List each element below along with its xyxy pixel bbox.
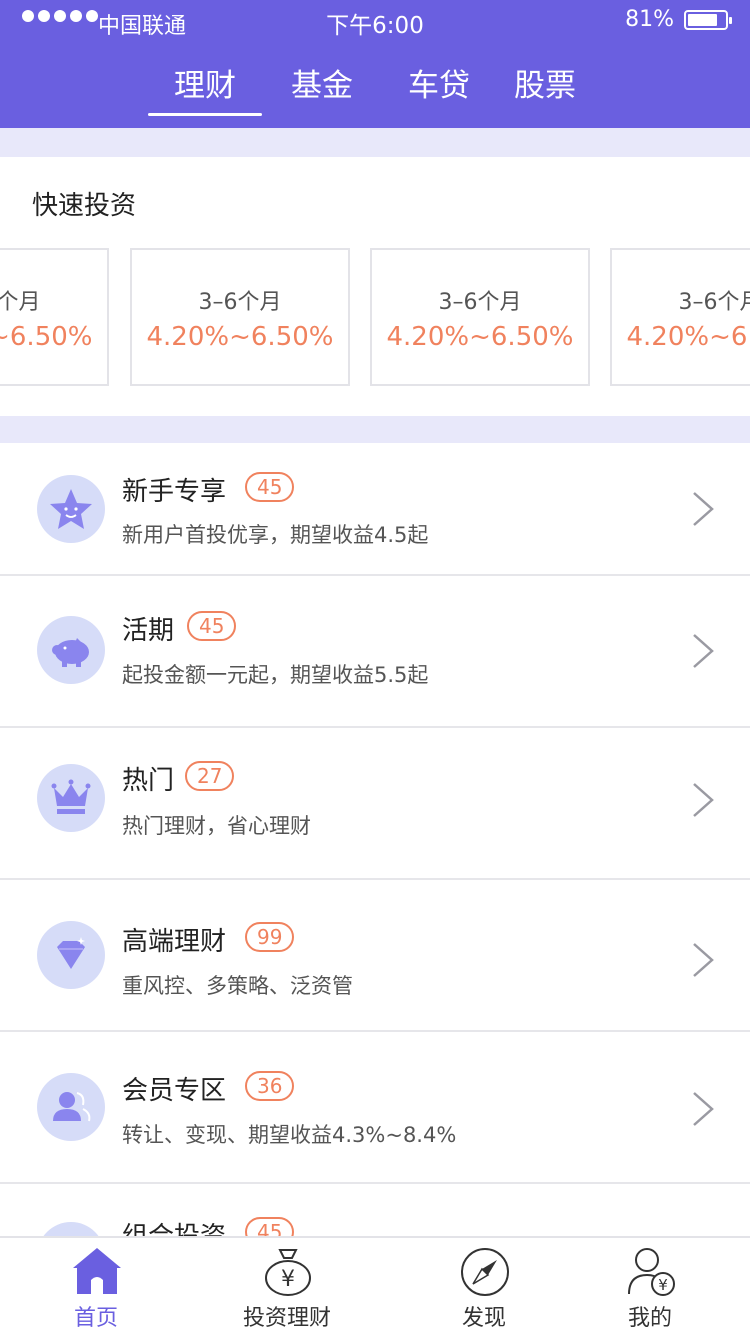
- compass-icon: [461, 1248, 509, 1296]
- card-rate: 4.20%~6.50%: [0, 322, 93, 352]
- card-term: 3–6个月: [678, 290, 750, 315]
- item-title: 会员专区: [122, 1076, 227, 1106]
- invest-card[interactable]: 3–6个月 4.20%~6.50%: [610, 248, 750, 386]
- quick-invest-section: 快速投资 3–6个月 4.20%~6.50% 3–6个月 4.20%~6.50%…: [0, 157, 750, 416]
- tab-licai[interactable]: 理财: [148, 64, 262, 116]
- app-header: 中国联通 下午6:00 81% 理财 基金 车贷 股票: [0, 0, 750, 128]
- card-term: 3–6个月: [438, 290, 522, 315]
- list-item-xinshou[interactable]: 新手专享 45 新用户首投优享，期望收益4.5起: [0, 443, 750, 576]
- svg-text:¥: ¥: [658, 1276, 668, 1294]
- item-title: 新手专享: [122, 477, 227, 507]
- count-badge: 45: [245, 472, 295, 502]
- chevron-right-icon: [693, 1092, 714, 1126]
- chevron-right-icon: [693, 943, 714, 977]
- item-description: 转让、变现、期望收益4.3%~8.4%: [122, 1123, 457, 1147]
- list-item-huiyuan[interactable]: 会员专区 36 转让、变现、期望收益4.3%~8.4%: [0, 1032, 750, 1184]
- count-badge: 27: [185, 761, 235, 791]
- card-term: 3–6个月: [198, 290, 282, 315]
- svg-text:¥: ¥: [281, 1267, 295, 1292]
- star-face-icon: [37, 475, 105, 543]
- section-divider: [0, 128, 750, 157]
- chevron-right-icon: [693, 783, 714, 817]
- chevron-right-icon: [693, 492, 714, 526]
- nav-label: 投资理财: [242, 1306, 331, 1331]
- user-yen-icon: ¥: [628, 1248, 675, 1296]
- item-description: 热门理财，省心理财: [122, 814, 311, 838]
- count-badge: 99: [245, 922, 295, 952]
- item-description: 起投金额一元起，期望收益5.5起: [122, 663, 429, 687]
- nav-label: 首页: [73, 1306, 118, 1331]
- nav-profile[interactable]: ¥ 我的: [575, 1238, 725, 1334]
- chevron-right-icon: [693, 634, 714, 668]
- battery-icon: [684, 10, 732, 30]
- invest-card[interactable]: 3–6个月 4.20%~6.50%: [0, 248, 109, 386]
- battery-percent: 81%: [625, 7, 674, 32]
- nav-invest[interactable]: ¥ 投资理财: [212, 1238, 362, 1334]
- item-title: 高端理财: [122, 927, 227, 957]
- invest-card[interactable]: 3–6个月 4.20%~6.50%: [370, 248, 590, 386]
- crown-icon: [37, 764, 105, 832]
- nav-label: 我的: [627, 1306, 672, 1331]
- piggy-bank-icon: [37, 616, 105, 684]
- count-badge: 36: [245, 1071, 295, 1101]
- item-title: 热门: [122, 766, 175, 796]
- item-description: 重风控、多策略、泛资管: [122, 974, 353, 998]
- tab-jijin[interactable]: 基金: [291, 64, 353, 114]
- card-rate: 4.20%~6.50%: [386, 322, 574, 352]
- list-item-remen[interactable]: 热门 27 热门理财，省心理财: [0, 728, 750, 880]
- list-item-gaoduan[interactable]: 高端理财 99 重风控、多策略、泛资管: [0, 880, 750, 1032]
- bottom-navigation: 首页 ¥ 投资理财 发现 ¥ 我的: [0, 1236, 750, 1334]
- section-title: 快速投资: [32, 191, 137, 221]
- list-item-huoqi[interactable]: 活期 45 起投金额一元起，期望收益5.5起: [0, 576, 750, 728]
- count-badge: 45: [187, 611, 237, 641]
- money-bag-icon: ¥: [265, 1249, 311, 1296]
- card-rate: 4.20%~6.50%: [146, 322, 334, 352]
- list-item-zuhe[interactable]: 组合投资 45: [0, 1184, 750, 1244]
- home-icon: [73, 1248, 121, 1294]
- members-icon: [37, 1073, 105, 1141]
- item-title: 活期: [122, 616, 175, 646]
- invest-card[interactable]: 3–6个月 4.20%~6.50%: [130, 248, 350, 386]
- nav-discover[interactable]: 发现: [409, 1238, 559, 1334]
- diamond-icon: [37, 921, 105, 989]
- tab-gupiao[interactable]: 股票: [514, 64, 576, 114]
- nav-label: 发现: [461, 1306, 506, 1331]
- category-tabs: 理财 基金 车贷 股票: [0, 64, 750, 116]
- tab-chedai[interactable]: 车贷: [408, 64, 470, 114]
- nav-home[interactable]: 首页: [21, 1238, 171, 1334]
- card-term: 3–6个月: [0, 290, 41, 315]
- item-description: 新用户首投优享，期望收益4.5起: [122, 523, 429, 547]
- section-divider: [0, 416, 750, 443]
- card-rate: 4.20%~6.50%: [626, 322, 750, 352]
- status-bar: 中国联通 下午6:00 81%: [0, 0, 750, 40]
